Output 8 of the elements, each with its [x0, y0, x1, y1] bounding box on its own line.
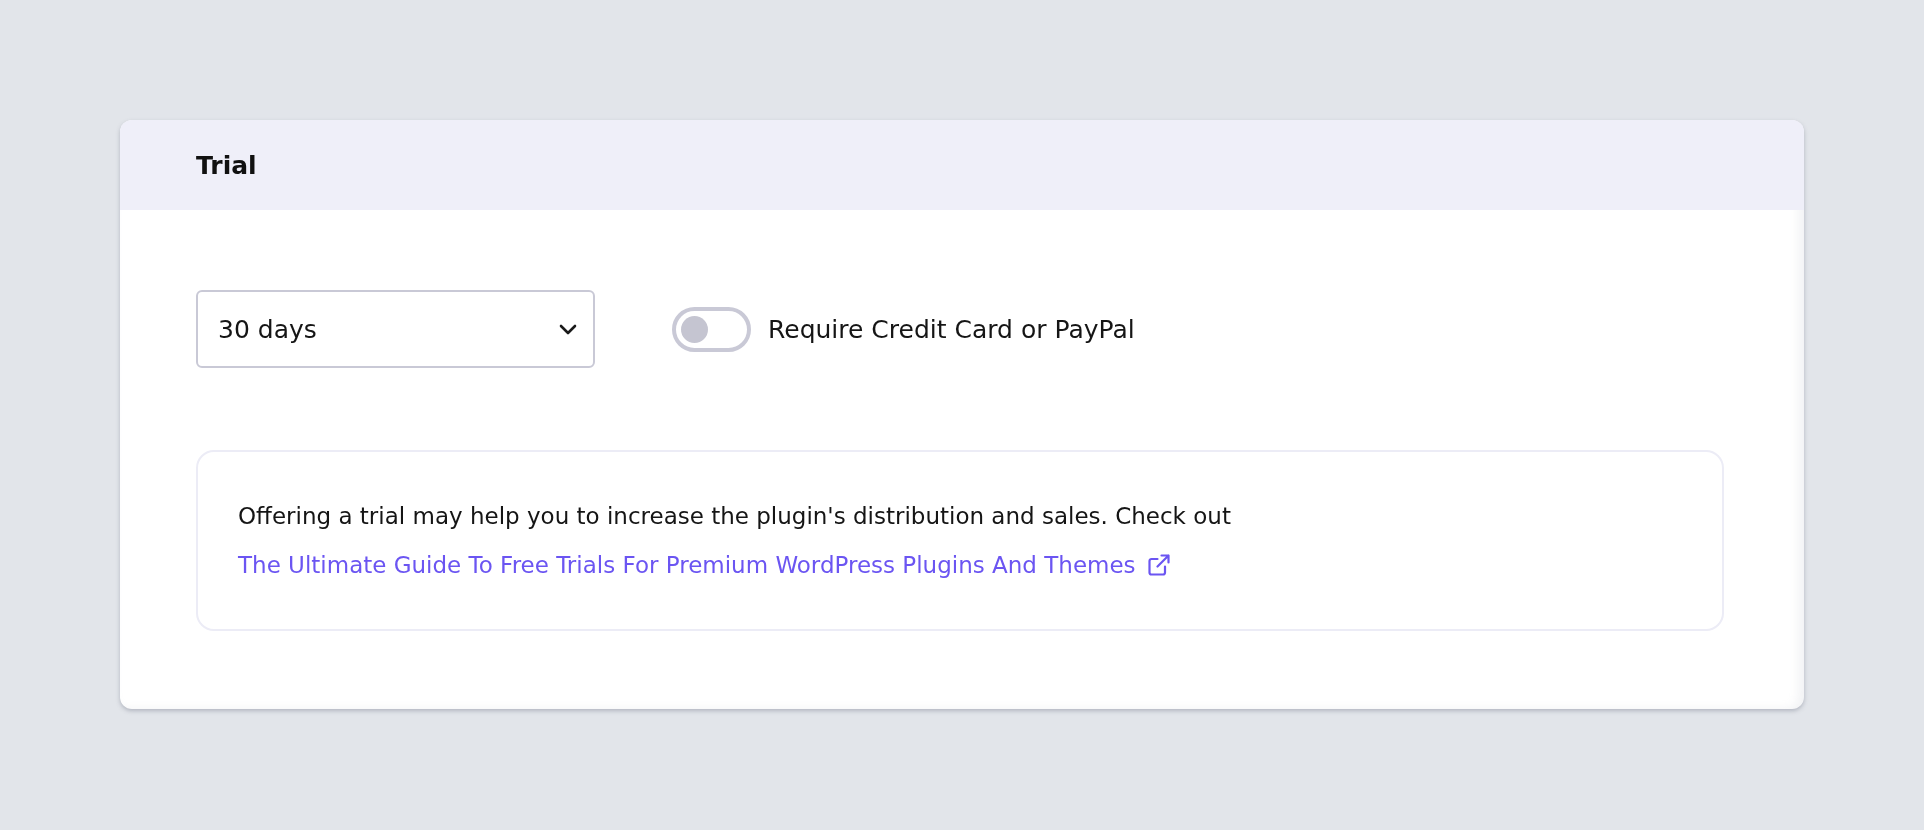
info-text: Offering a trial may help you to increase the plugin's distribution and sales. Check out: [238, 502, 1231, 531]
trial-length-select[interactable]: 30 days: [196, 290, 595, 368]
guide-link[interactable]: The Ultimate Guide To Free Trials For Premium WordPress Plugins And Themes: [238, 549, 1136, 581]
require-payment-toggle[interactable]: [672, 306, 751, 352]
card-title: Trial: [196, 150, 257, 180]
toggle-label: Require Credit Card or PayPal: [768, 314, 1135, 344]
external-link-icon[interactable]: [1147, 554, 1170, 576]
chevron-down-icon: [559, 323, 577, 335]
